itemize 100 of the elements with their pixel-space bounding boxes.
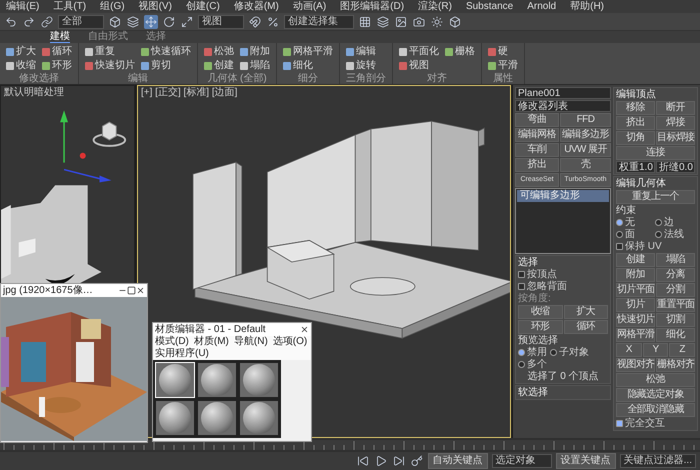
stack-item[interactable]: 可编辑多边形 bbox=[517, 190, 609, 202]
axis-button[interactable]: X bbox=[616, 343, 642, 357]
close-icon[interactable] bbox=[136, 286, 145, 295]
repeat-button[interactable]: 重复上一个 bbox=[616, 190, 695, 204]
radio-option[interactable]: 无 bbox=[616, 217, 652, 228]
skip-back-icon[interactable] bbox=[356, 454, 370, 468]
ribbon-button[interactable]: 环形 bbox=[42, 59, 72, 72]
radio-option[interactable]: 子对象 bbox=[550, 347, 589, 358]
ribbon-button[interactable]: 快速切片 bbox=[85, 59, 135, 72]
ribbon-button[interactable]: 重复 bbox=[85, 45, 135, 58]
image-icon[interactable] bbox=[394, 14, 408, 28]
key-icon[interactable] bbox=[410, 454, 424, 468]
menu-item[interactable]: 编辑(E) bbox=[6, 0, 40, 12]
vertex-button[interactable]: 目标焊接 bbox=[656, 131, 695, 145]
close-icon[interactable] bbox=[300, 325, 309, 334]
undo-icon[interactable] bbox=[4, 14, 18, 28]
ribbon-button[interactable]: 快速循环 bbox=[141, 45, 191, 58]
ribbon-button[interactable]: 循环 bbox=[42, 45, 72, 58]
align-button[interactable]: 视图对齐 bbox=[616, 358, 655, 372]
geometry-button[interactable]: 切片平面 bbox=[616, 283, 655, 297]
align-button[interactable]: 栅格对齐 bbox=[656, 358, 695, 372]
ribbon-tab[interactable]: 选择 bbox=[146, 31, 166, 43]
object-name-field[interactable]: Plane001 bbox=[515, 87, 611, 99]
selection-button[interactable]: 收缩 bbox=[518, 305, 562, 319]
key-mode-dropdown[interactable]: 选定对象 bbox=[492, 454, 552, 468]
modifier-button[interactable]: FFD bbox=[560, 113, 611, 127]
selection-filter-dropdown[interactable]: 全部 bbox=[58, 14, 104, 28]
hide-button[interactable]: 全部取消隐藏 bbox=[616, 403, 695, 417]
vertex-button[interactable]: 连接 bbox=[616, 146, 695, 160]
geometry-button[interactable]: 切片 bbox=[616, 298, 655, 312]
checkbox[interactable]: 忽略背面 bbox=[518, 281, 608, 292]
skip-forward-icon[interactable] bbox=[392, 454, 406, 468]
material-slot[interactable] bbox=[239, 400, 279, 436]
modifier-list-dropdown[interactable]: 修改器列表 bbox=[515, 100, 611, 112]
modifier-button[interactable]: 弯曲 bbox=[515, 113, 559, 127]
selection-button[interactable]: 扩大 bbox=[564, 305, 608, 319]
menu-item[interactable]: 选项(O) bbox=[272, 336, 308, 348]
selection-button[interactable]: 环形 bbox=[518, 320, 562, 334]
ribbon-button[interactable]: 编辑 bbox=[346, 45, 386, 58]
ribbon-button[interactable]: 收缩 bbox=[6, 59, 36, 72]
menu-item[interactable]: 渲染(R) bbox=[418, 0, 452, 12]
menu-item[interactable]: 工具(T) bbox=[53, 0, 86, 12]
menu-item[interactable]: 帮助(H) bbox=[570, 0, 604, 12]
modifier-button[interactable]: 车削 bbox=[515, 143, 559, 157]
move-icon[interactable] bbox=[144, 14, 158, 28]
menu-item[interactable]: 动画(A) bbox=[292, 0, 326, 12]
magnet-icon[interactable] bbox=[248, 14, 262, 28]
link-icon[interactable] bbox=[40, 14, 54, 28]
ribbon-button[interactable]: 视图 bbox=[399, 59, 439, 72]
geometry-button[interactable]: 分离 bbox=[656, 268, 695, 282]
material-slot[interactable] bbox=[155, 400, 195, 436]
geometry-button[interactable]: 网格平滑 bbox=[616, 328, 655, 342]
sun-icon[interactable] bbox=[430, 14, 444, 28]
radio-option[interactable]: 多个 bbox=[518, 359, 547, 370]
menu-item[interactable]: 材质(M) bbox=[194, 336, 229, 348]
redo-icon[interactable] bbox=[22, 14, 36, 28]
axis-button[interactable]: Z bbox=[669, 343, 696, 357]
selection-set-field[interactable]: 创建选择集 bbox=[284, 14, 354, 28]
ribbon-button[interactable]: 松弛 bbox=[204, 45, 234, 58]
grid-icon[interactable] bbox=[358, 14, 372, 28]
menu-item[interactable]: 组(G) bbox=[100, 0, 125, 12]
ribbon-button[interactable]: 平面化 bbox=[399, 45, 439, 58]
spinner-field[interactable]: 折缝0.0 bbox=[656, 161, 695, 173]
radio-option[interactable]: 法线 bbox=[655, 229, 691, 240]
checkbox[interactable]: 完全交互 bbox=[616, 418, 695, 429]
percent-icon[interactable] bbox=[266, 14, 280, 28]
camera-icon[interactable] bbox=[412, 14, 426, 28]
maximize-icon[interactable] bbox=[127, 286, 136, 295]
ribbon-button[interactable]: 扩大 bbox=[6, 45, 36, 58]
modifier-button[interactable]: 编辑多边形 bbox=[560, 128, 611, 142]
ribbon-button[interactable]: 细化 bbox=[283, 59, 333, 72]
material-slot[interactable] bbox=[197, 400, 237, 436]
ribbon-button[interactable]: 塌陷 bbox=[240, 59, 270, 72]
ribbon-button[interactable]: 剪切 bbox=[141, 59, 191, 72]
geometry-button[interactable]: 附加 bbox=[616, 268, 655, 282]
vertex-button[interactable]: 焊接 bbox=[656, 116, 695, 130]
modifier-button[interactable]: 壳 bbox=[560, 158, 611, 172]
ribbon-button[interactable]: 附加 bbox=[240, 45, 270, 58]
axis-button[interactable]: Y bbox=[642, 343, 668, 357]
key-filter-dropdown[interactable]: 关键点过滤器... bbox=[620, 454, 696, 468]
auto-key-button[interactable]: 自动关键点 bbox=[428, 453, 488, 469]
layers-icon[interactable] bbox=[376, 14, 390, 28]
menu-item[interactable]: 修改器(M) bbox=[234, 0, 279, 12]
modifier-button[interactable]: 挤出 bbox=[515, 158, 559, 172]
geometry-button[interactable]: 快速切片 bbox=[616, 313, 655, 327]
rotate-icon[interactable] bbox=[162, 14, 176, 28]
material-slot[interactable] bbox=[197, 362, 237, 398]
geometry-button[interactable]: 切割 bbox=[656, 313, 695, 327]
coordinate-dropdown[interactable]: 视图 bbox=[198, 14, 244, 28]
ribbon-button[interactable]: 栅格 bbox=[445, 45, 475, 58]
scale-icon[interactable] bbox=[180, 14, 194, 28]
geometry-button[interactable]: 分割 bbox=[656, 283, 695, 297]
ribbon-button[interactable]: 旋转 bbox=[346, 59, 386, 72]
selection-button[interactable]: 循环 bbox=[564, 320, 608, 334]
geometry-button[interactable]: 塌陷 bbox=[656, 253, 695, 267]
spinner-field[interactable]: 权重1.0 bbox=[616, 161, 655, 173]
menu-item[interactable]: 创建(C) bbox=[186, 0, 220, 12]
menu-item[interactable]: 视图(V) bbox=[138, 0, 172, 12]
radio-option[interactable]: 边 bbox=[655, 217, 691, 228]
menu-item[interactable]: Arnold bbox=[527, 0, 556, 12]
